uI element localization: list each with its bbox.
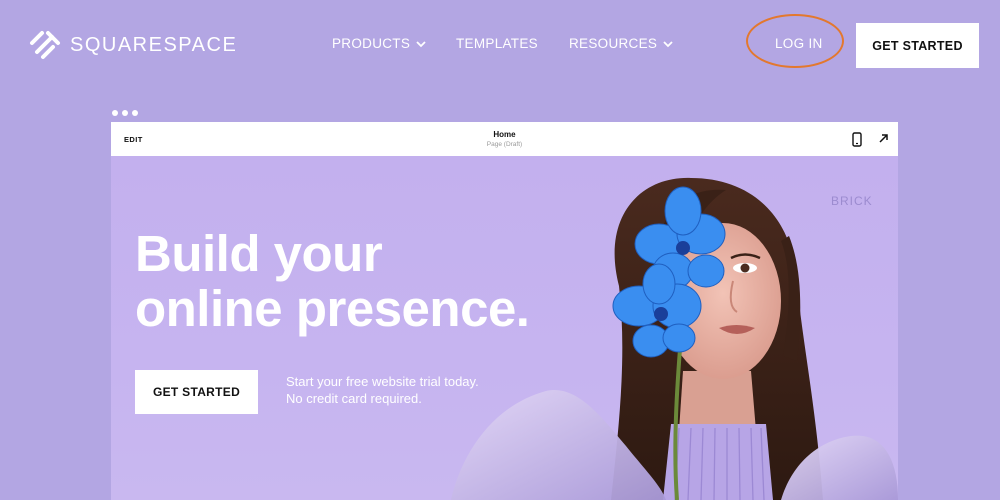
trial-text: Start your free website trial today. No …	[286, 373, 479, 407]
nav-item-products[interactable]: PRODUCTS	[332, 36, 427, 51]
nav-item-label: TEMPLATES	[456, 36, 538, 51]
trial-line: No credit card required.	[286, 391, 422, 406]
mobile-preview-icon[interactable]	[852, 132, 862, 147]
external-link-arrow-icon[interactable]	[878, 133, 889, 144]
template-brand-mark: BRICK	[831, 194, 873, 208]
editor-preview-window: EDIT Home Page (Draft) BRICK Build your …	[111, 122, 898, 500]
editor-toolbar: EDIT Home Page (Draft)	[111, 122, 898, 156]
chevron-down-icon	[416, 40, 426, 47]
squarespace-logo-icon	[30, 31, 60, 59]
more-options-dots-icon[interactable]	[112, 110, 138, 116]
trial-line: Start your free website trial today.	[286, 374, 479, 389]
squarespace-logo[interactable]: SQUARESPACE	[28, 30, 237, 60]
logo-wordmark: SQUARESPACE	[70, 33, 238, 56]
nav-item-resources[interactable]: RESOURCES	[569, 36, 674, 51]
nav-item-label: RESOURCES	[569, 36, 658, 51]
get-started-button[interactable]: GET STARTED	[856, 23, 979, 68]
headline-line: online presence.	[135, 280, 530, 337]
hero-section: BRICK Build your online presence. GET ST…	[111, 156, 898, 500]
hero-get-started-button[interactable]: GET STARTED	[135, 370, 258, 414]
chevron-down-icon	[663, 40, 673, 47]
page-status: Page (Draft)	[486, 141, 523, 148]
login-link[interactable]: LOG IN	[775, 36, 823, 51]
nav-item-templates[interactable]: TEMPLATES	[456, 36, 538, 51]
login-label: LOG IN	[775, 36, 823, 51]
headline-line: Build your	[135, 225, 383, 282]
top-navigation: SQUARESPACE PRODUCTS TEMPLATES RESOURCES…	[0, 0, 1000, 90]
page-title: Home	[493, 130, 516, 139]
hero-headline: Build your online presence.	[135, 225, 530, 337]
nav-item-label: PRODUCTS	[332, 36, 411, 51]
